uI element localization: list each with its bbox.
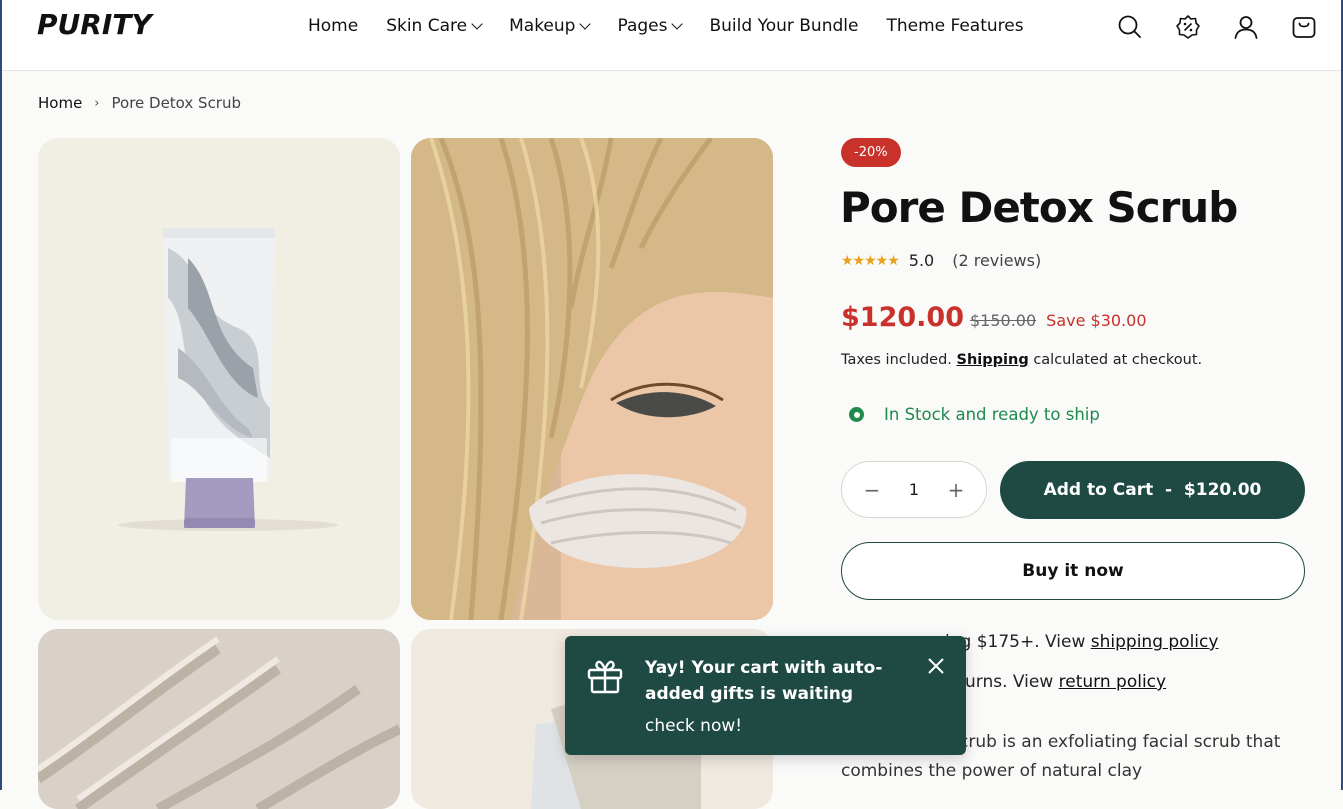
search-icon[interactable] [1115, 12, 1145, 42]
site-header: PURITY Home Skin Care Makeup Pages Build… [2, 0, 1341, 71]
tax-suffix: calculated at checkout. [1033, 352, 1203, 368]
quantity-decrease-button[interactable]: − [862, 478, 882, 502]
chevron-down-icon [671, 18, 684, 30]
gift-toast: Yay! Your cart with auto-added gifts is … [565, 636, 966, 755]
star-rating-icon: ★★★★★ [841, 252, 900, 269]
quantity-stepper: − 1 + [841, 461, 987, 518]
nav-label: Skin Care [386, 16, 468, 36]
add-to-cart-button[interactable]: Add to Cart - $120.00 [1000, 461, 1305, 519]
breadcrumb-current: Pore Detox Scrub [111, 94, 242, 112]
chevron-right-icon: › [94, 95, 100, 111]
product-rating[interactable]: ★★★★★ 5.0 (2 reviews) [841, 251, 1041, 270]
quantity-increase-button[interactable]: + [946, 478, 966, 502]
tax-prefix: Taxes included. [841, 352, 952, 368]
header-icons [1115, 12, 1319, 42]
buy-now-button[interactable]: Buy it now [841, 542, 1305, 600]
stock-label: In Stock and ready to ship [884, 405, 1100, 424]
price-row: $120.00 $150.00 Save $30.00 [841, 302, 1147, 333]
tax-note: Taxes included. Shipping calculated at c… [841, 352, 1202, 368]
return-policy-link[interactable]: return policy [1059, 672, 1166, 692]
nav-label: Pages [617, 16, 668, 36]
discount-badge: -20% [841, 138, 901, 167]
product-title: Pore Detox Scrub [840, 183, 1238, 232]
nav-item-makeup[interactable]: Makeup [509, 14, 592, 38]
nav-item-skin-care[interactable]: Skin Care [386, 14, 483, 38]
account-icon[interactable] [1231, 12, 1261, 42]
breadcrumb-home[interactable]: Home [38, 94, 82, 112]
rating-value: 5.0 [908, 251, 935, 270]
nav-item-pages[interactable]: Pages [617, 14, 684, 38]
site-logo[interactable]: PURITY [37, 8, 152, 41]
sale-price: $120.00 [841, 302, 964, 333]
savings-label: Save $30.00 [1046, 311, 1147, 330]
product-image-texture[interactable] [38, 629, 400, 809]
nav-item-home[interactable]: Home [308, 14, 358, 38]
review-count: (2 reviews) [952, 251, 1042, 270]
quantity-value[interactable]: 1 [909, 480, 919, 499]
shipping-link[interactable]: Shipping [957, 352, 1029, 368]
main-nav: Home Skin Care Makeup Pages Build Your B… [308, 14, 1052, 38]
discount-icon[interactable] [1173, 12, 1203, 42]
product-image-model[interactable] [411, 138, 773, 620]
breadcrumb: Home › Pore Detox Scrub [38, 94, 241, 112]
chevron-down-icon [579, 18, 592, 30]
nav-label: Theme Features [886, 16, 1024, 36]
close-icon[interactable] [926, 656, 946, 680]
gift-icon [585, 656, 625, 700]
nav-item-theme-features[interactable]: Theme Features [886, 14, 1023, 38]
toast-message: Yay! Your cart with auto-added gifts is … [645, 658, 883, 704]
in-stock-icon [849, 407, 864, 422]
product-image-tube[interactable] [38, 138, 400, 620]
nav-item-build-your-bundle[interactable]: Build Your Bundle [709, 14, 858, 38]
chevron-down-icon [471, 18, 483, 30]
nav-label: Build Your Bundle [709, 16, 859, 36]
nav-label: Home [308, 16, 359, 36]
nav-label: Makeup [509, 16, 576, 36]
compare-price: $150.00 [969, 311, 1037, 330]
shipping-policy-link[interactable]: shipping policy [1091, 632, 1219, 652]
stock-status: In Stock and ready to ship [849, 405, 1100, 424]
cart-icon[interactable] [1289, 12, 1319, 42]
toast-check-now-link[interactable]: check now! [645, 716, 742, 736]
